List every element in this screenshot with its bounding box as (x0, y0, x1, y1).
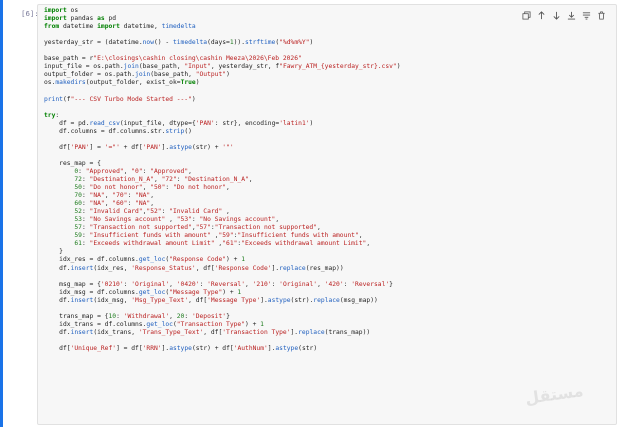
code-line: res_map = { (59, 159, 101, 167)
code-line: 70: "NA", "70": "NA", (74, 192, 155, 200)
code-line: 53: "No Savings account" , "53": "No Sav… (74, 216, 280, 224)
code-line: df['Unique_Ref'] = df['RRN'].astype(str)… (59, 344, 318, 352)
code-line: yesterday_str = (datetime.now() - timede… (44, 39, 314, 47)
delete-icon[interactable] (596, 10, 606, 20)
active-cell-indicator (0, 0, 3, 427)
code-line: df.insert(idx_trans, 'Trans_Type_Text', … (59, 328, 371, 336)
code-line: 59: "Insufficient funds with amount" ,"5… (74, 232, 363, 240)
code-cell[interactable]: import os import pandas as pd from datetim… (37, 4, 617, 425)
code-line: df['PAN'] = '="' + df['PAN'].astype(str)… (59, 143, 234, 151)
code-line: import pandas as pd (44, 15, 117, 23)
code-line: try: (44, 111, 60, 119)
code-line: 57: "Transaction not supported","57":"Tr… (74, 224, 321, 232)
code-line: df.columns = df.columns.str.strip() (59, 127, 192, 135)
code-line: idx_trans = df.columns.get_loc("Transact… (59, 320, 264, 328)
code-line: 72: "Destination_N_A", "72": "Destinatio… (74, 175, 253, 183)
code-line: from datetime import datetime, timedelta (44, 23, 196, 31)
code-line: trans_map = {10: 'Withdrawal', 20: 'Depo… (59, 312, 230, 320)
code-line: 52: "Invalid Card","52": "Invalid Card" … (74, 208, 230, 216)
code-line: input_file = os.path.join(base_path, "In… (44, 63, 401, 71)
code-line: 61: "Exceeds withdrawal amount Limit" ,"… (74, 240, 371, 248)
code-line: 50: "Do not honor", "50": "Do not honor"… (74, 184, 230, 192)
code-line: base_path = r"E:\closings\cashin closing… (44, 55, 302, 63)
code-editor[interactable]: import os import pandas as pd from datetim… (44, 7, 401, 353)
format-icon[interactable] (581, 10, 591, 20)
watermark-logo: مستقل (524, 381, 586, 408)
cell-toolbar (521, 10, 606, 20)
code-line: 0: "Approved", "0": "Approved", (74, 167, 192, 175)
code-line: df.insert(idx_res, 'Response_Status', df… (59, 264, 344, 272)
copy-icon[interactable] (521, 10, 531, 20)
code-line: idx_msg = df.columns.get_loc("Message Ty… (59, 288, 242, 296)
code-line: df = pd.read_csv(input_file, dtype={'PAN… (59, 119, 314, 127)
code-line: os.makedirs(output_folder, exist_ok=True… (44, 79, 200, 87)
move-down-icon[interactable] (551, 10, 561, 20)
download-icon[interactable] (566, 10, 576, 20)
code-line: } (44, 248, 63, 256)
move-up-icon[interactable] (536, 10, 546, 20)
code-line: msg_map = {'0210': 'Original', '0420': '… (59, 280, 393, 288)
code-line: 60: "NA", "60": "NA", (74, 200, 155, 208)
code-line: print(f"--- CSV Turbo Mode Started ---") (44, 95, 196, 103)
code-line: idx_res = df.columns.get_loc("Response C… (59, 256, 246, 264)
code-line: df.insert(idx_msg, 'Msg_Type_Text', df['… (59, 296, 378, 304)
code-line: import os (44, 7, 79, 14)
code-line: output_folder = os.path.join(base_path, … (44, 71, 230, 79)
